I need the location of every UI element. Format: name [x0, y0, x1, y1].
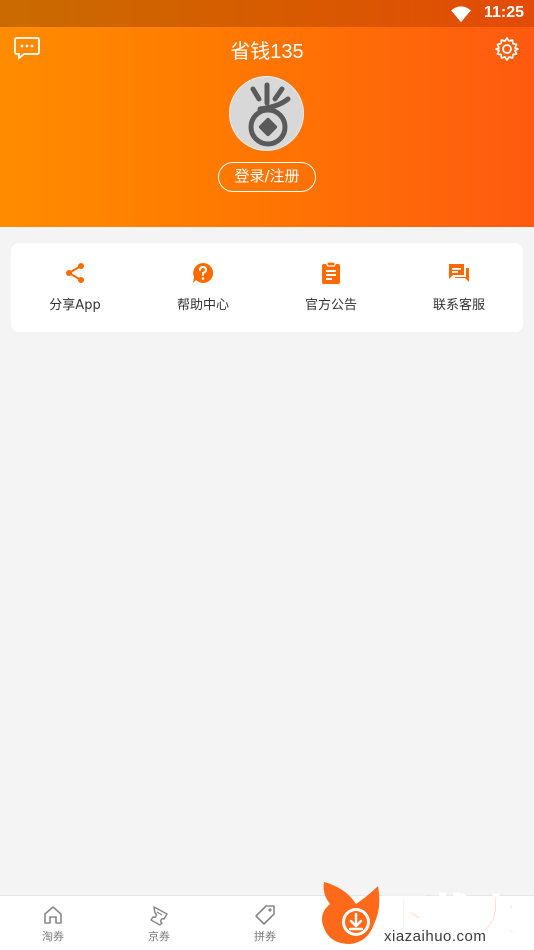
status-time: 11:25 [483, 4, 524, 21]
tab-label: 淘券 [42, 930, 64, 943]
announcement-label: 官方公告 [304, 298, 357, 313]
login-register-button[interactable]: 登录/注册 [218, 162, 316, 192]
help-icon [193, 262, 214, 283]
flame-download-icon [322, 882, 380, 944]
customer-service-item[interactable]: 联系客服 [395, 243, 523, 332]
avatar-coin-icon [248, 82, 291, 147]
tab-jingquan[interactable]: 京券 [106, 896, 212, 950]
profile-header: 省钱135 登录/注册 [0, 27, 534, 227]
home-icon [44, 906, 62, 924]
watermark-logo: 下载火 xiazaihuo.com [316, 878, 534, 949]
help-center-label: 帮助中心 [176, 298, 229, 313]
page-title: 省钱135 [230, 41, 304, 63]
share-app-item[interactable]: 分享App [11, 243, 139, 332]
share-icon [66, 263, 84, 283]
announcement-item[interactable]: 官方公告 [267, 243, 395, 332]
watermark-subtitle: xiazaihuo.com [384, 928, 487, 945]
share-app-label: 分享App [49, 298, 101, 313]
customer-service-label: 联系客服 [432, 298, 485, 313]
clipboard-icon [322, 261, 340, 284]
status-bar: 11:25 [0, 0, 534, 27]
tab-taoquan[interactable]: 淘券 [0, 896, 106, 950]
chat-icon [449, 264, 469, 282]
help-center-item[interactable]: 帮助中心 [139, 243, 267, 332]
avatar[interactable] [229, 76, 304, 151]
wifi-icon [451, 6, 471, 23]
tab-label: 拼券 [254, 930, 276, 943]
gear-icon[interactable] [494, 36, 520, 62]
ticket-icon [150, 906, 168, 926]
quick-actions-card: 分享App 帮助中心 官方公告 联系客服 [11, 243, 523, 332]
tab-label: 京券 [148, 930, 170, 943]
tag-icon [255, 905, 275, 925]
tab-pinquan[interactable]: 拼券 [212, 896, 318, 950]
